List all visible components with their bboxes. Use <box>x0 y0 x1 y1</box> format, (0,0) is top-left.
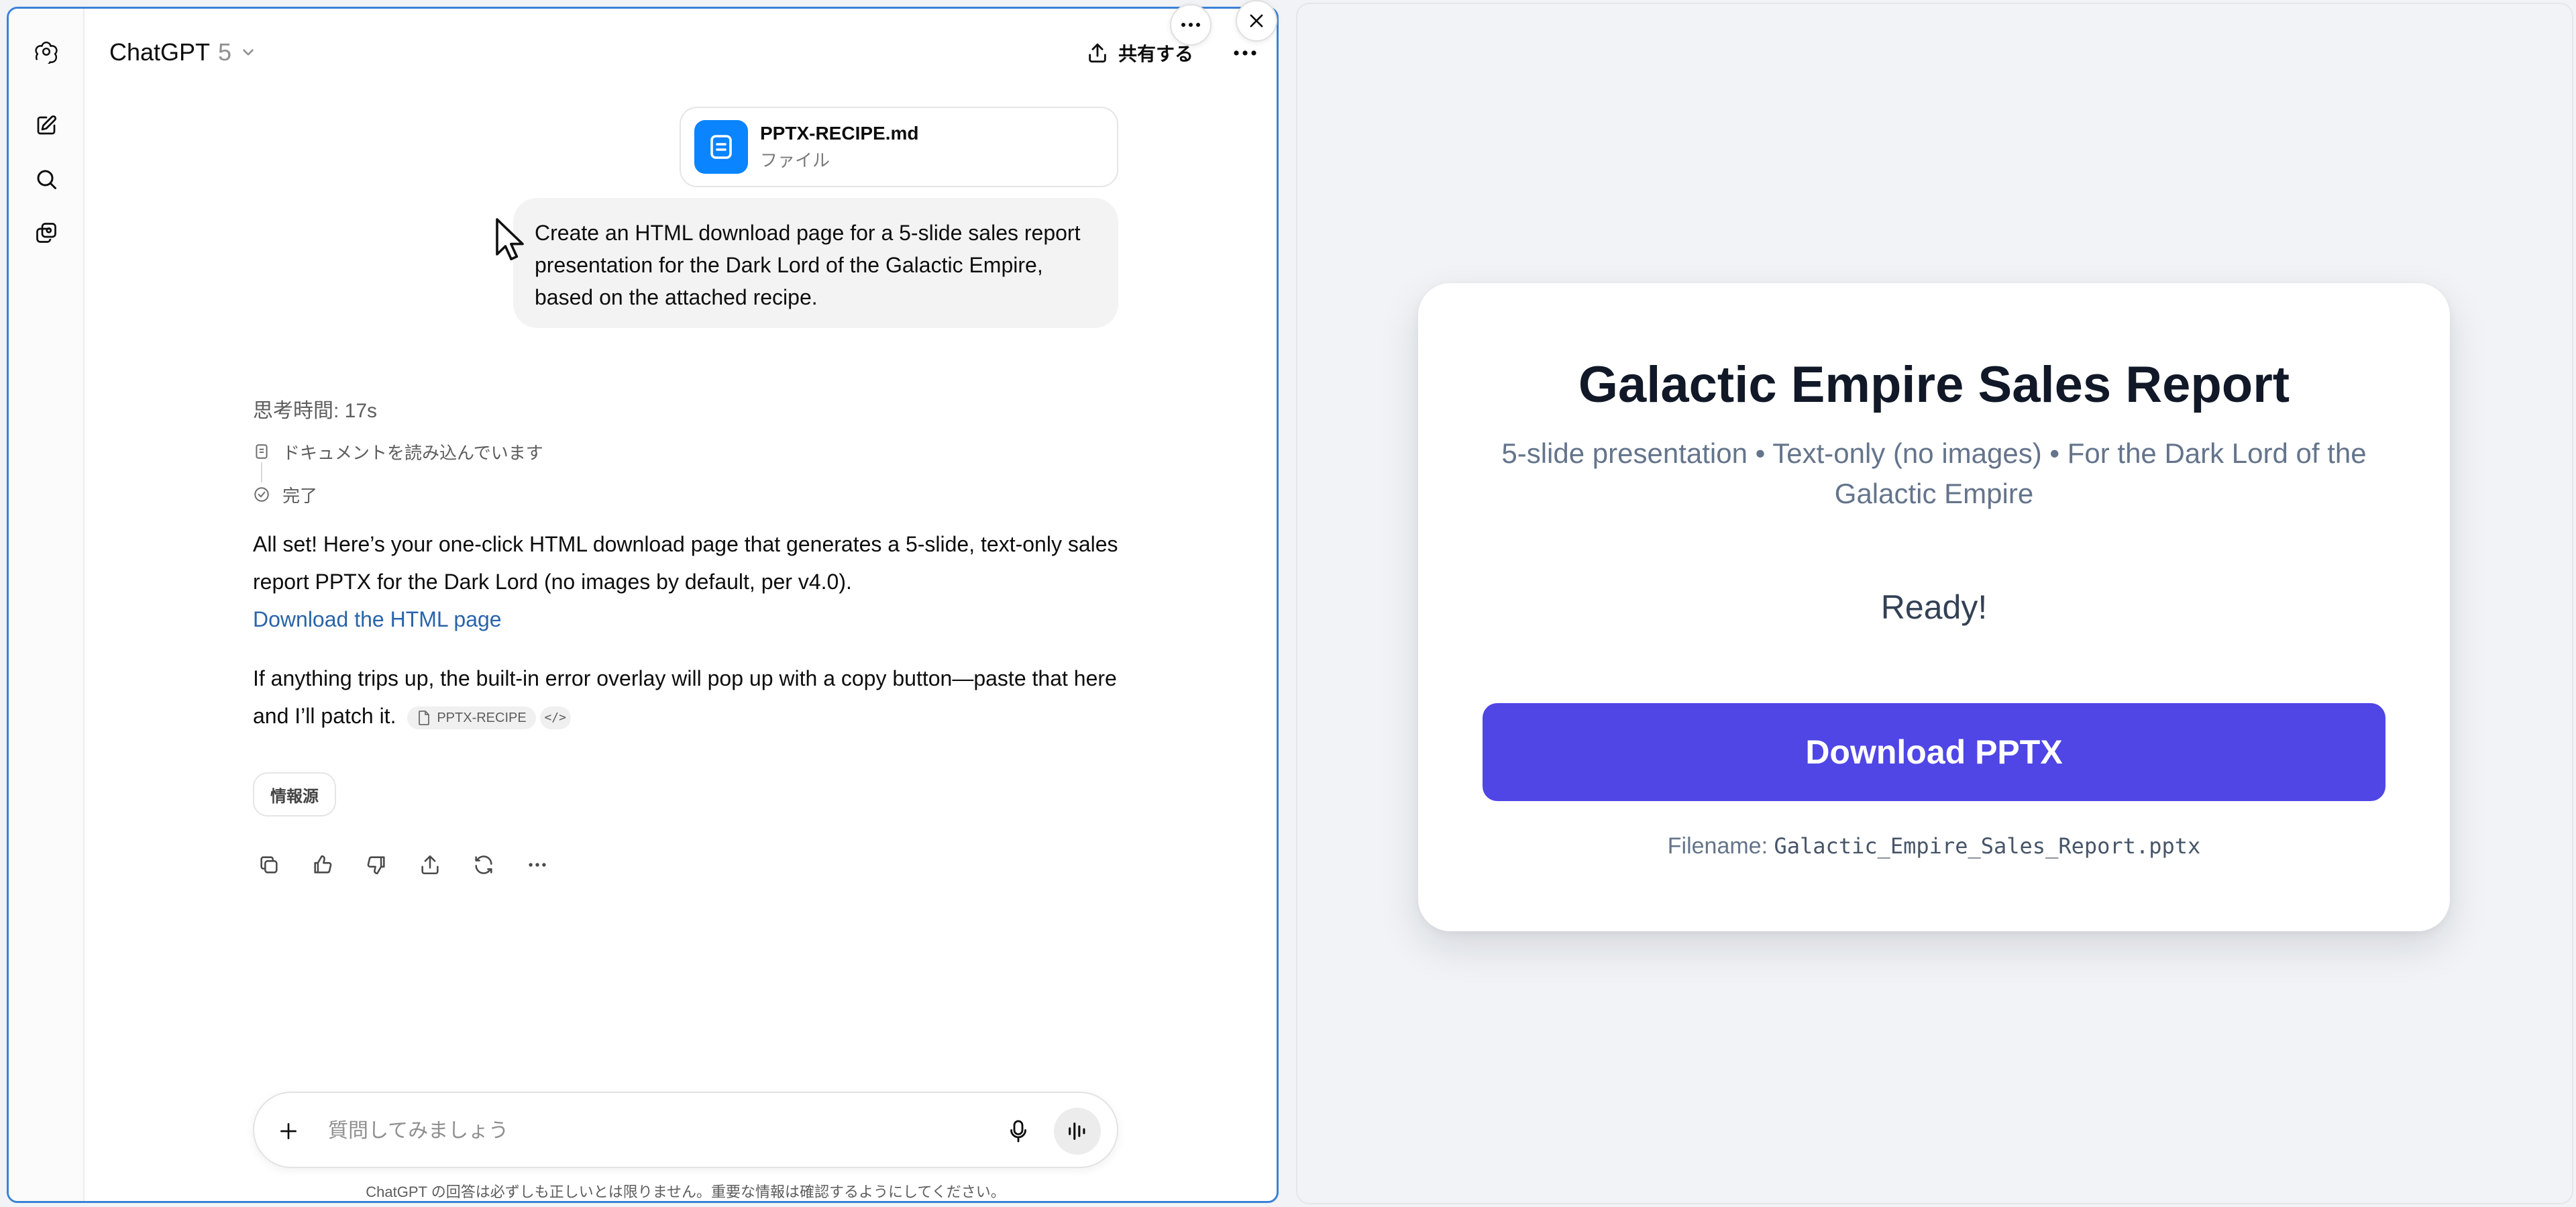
composer <box>253 1092 1118 1168</box>
code-citation-chip[interactable]: </> <box>539 706 571 729</box>
window-more-button[interactable] <box>1170 4 1212 46</box>
copy-button[interactable] <box>253 849 285 881</box>
chat-panel: ChatGPT 5 共有する PPTX-RECIPE.md ファイル Creat… <box>7 7 1279 1203</box>
filename-label: Filename: <box>1667 833 1768 859</box>
sidebar-rail <box>9 9 85 1201</box>
download-card: Galactic Empire Sales Report 5-slide pre… <box>1418 283 2450 931</box>
prompt-input[interactable] <box>328 1113 932 1149</box>
step-label: ドキュメントを読み込んでいます <box>282 442 543 463</box>
close-icon <box>1250 14 1263 28</box>
attachment-info: PPTX-RECIPE.md ファイル <box>760 123 918 172</box>
assistant-answer: All set! Here’s your one-click HTML down… <box>253 525 1125 735</box>
document-small-icon <box>256 444 268 459</box>
answer-text: All set! Here’s your one-click HTML down… <box>253 532 1118 594</box>
thumbs-down-button[interactable] <box>360 849 392 881</box>
thinking-time[interactable]: 思考時間: 17s <box>253 394 377 423</box>
attachment-card[interactable]: PPTX-RECIPE.md ファイル <box>680 107 1118 187</box>
copy-icon <box>260 856 278 874</box>
download-html-link[interactable]: Download the HTML page <box>253 600 1125 638</box>
more-horizontal-icon <box>1181 23 1200 27</box>
answer-paragraph: If anything trips up, the built-in error… <box>253 660 1125 735</box>
filename-value: Galactic_Empire_Sales_Report.pptx <box>1774 833 2201 859</box>
plus-icon <box>280 1123 297 1139</box>
search-icon[interactable] <box>28 160 65 198</box>
model-version: 5 <box>218 38 232 66</box>
thumbs-down-icon <box>367 856 385 875</box>
step-label: 完了 <box>282 485 318 506</box>
download-pptx-button[interactable]: Download PPTX <box>1483 703 2385 801</box>
close-button[interactable] <box>1236 0 1277 42</box>
add-attachment-button[interactable] <box>268 1110 309 1152</box>
status-text: Ready! <box>1880 588 1988 626</box>
citation-label: PPTX-RECIPE <box>437 710 527 725</box>
mouse-cursor-icon <box>496 218 524 260</box>
answer-paragraph: All set! Here’s your one-click HTML down… <box>253 525 1125 638</box>
reasoning-steps: ドキュメントを読み込んでいます 完了 <box>253 438 543 508</box>
share-icon <box>421 855 439 875</box>
filename-line: Filename: Galactic_Empire_Sales_Report.p… <box>1418 833 2450 859</box>
openai-logo-icon[interactable] <box>28 33 65 70</box>
more-options-button[interactable] <box>1227 38 1263 68</box>
user-message: Create an HTML download page for a 5-sli… <box>513 198 1118 328</box>
more-horizontal-icon <box>1234 50 1256 56</box>
attachment-type: ファイル <box>760 150 830 170</box>
file-icon <box>419 710 430 725</box>
share-message-button[interactable] <box>414 849 446 881</box>
more-actions-button[interactable] <box>521 849 553 881</box>
microphone-icon <box>1010 1120 1026 1143</box>
attachment-filename: PPTX-RECIPE.md <box>760 122 919 144</box>
thumbs-up-icon <box>314 855 332 874</box>
refresh-icon <box>475 855 492 874</box>
message-actions <box>253 849 553 881</box>
thumbs-up-button[interactable] <box>307 849 339 881</box>
app-root: ChatGPT 5 共有する PPTX-RECIPE.md ファイル Creat… <box>0 0 2576 1207</box>
check-circle-icon <box>254 487 269 502</box>
step-connector <box>261 462 262 482</box>
page-title: Galactic Empire Sales Report <box>1578 356 2290 413</box>
new-chat-icon[interactable] <box>28 107 65 144</box>
page-subtitle: 5-slide presentation • Text-only (no ima… <box>1501 437 2367 509</box>
dictate-button[interactable] <box>999 1112 1038 1151</box>
citation-chip[interactable]: PPTX-RECIPE <box>407 706 536 729</box>
regenerate-button[interactable] <box>468 849 500 881</box>
sources-button[interactable]: 情報源 <box>253 772 336 817</box>
disclaimer: ChatGPT の回答は必ずしも正しいとは限りません。重要な情報は確認するように… <box>366 1184 1006 1200</box>
app-name: ChatGPT <box>109 38 211 66</box>
step-reading: ドキュメントを読み込んでいます <box>253 438 543 465</box>
more-horizontal-icon <box>529 863 546 867</box>
waveform-icon <box>1069 1122 1085 1140</box>
document-icon <box>694 120 748 174</box>
images-icon[interactable] <box>28 214 65 252</box>
share-icon <box>1089 43 1106 63</box>
voice-mode-button[interactable] <box>1054 1108 1101 1155</box>
chevron-down-icon <box>243 49 254 56</box>
step-done: 完了 <box>253 481 543 508</box>
model-selector[interactable]: ChatGPT 5 <box>109 38 257 66</box>
html-preview-panel: Galactic Empire Sales Report 5-slide pre… <box>1296 3 2573 1204</box>
answer-text: If anything trips up, the built-in error… <box>253 666 1117 728</box>
